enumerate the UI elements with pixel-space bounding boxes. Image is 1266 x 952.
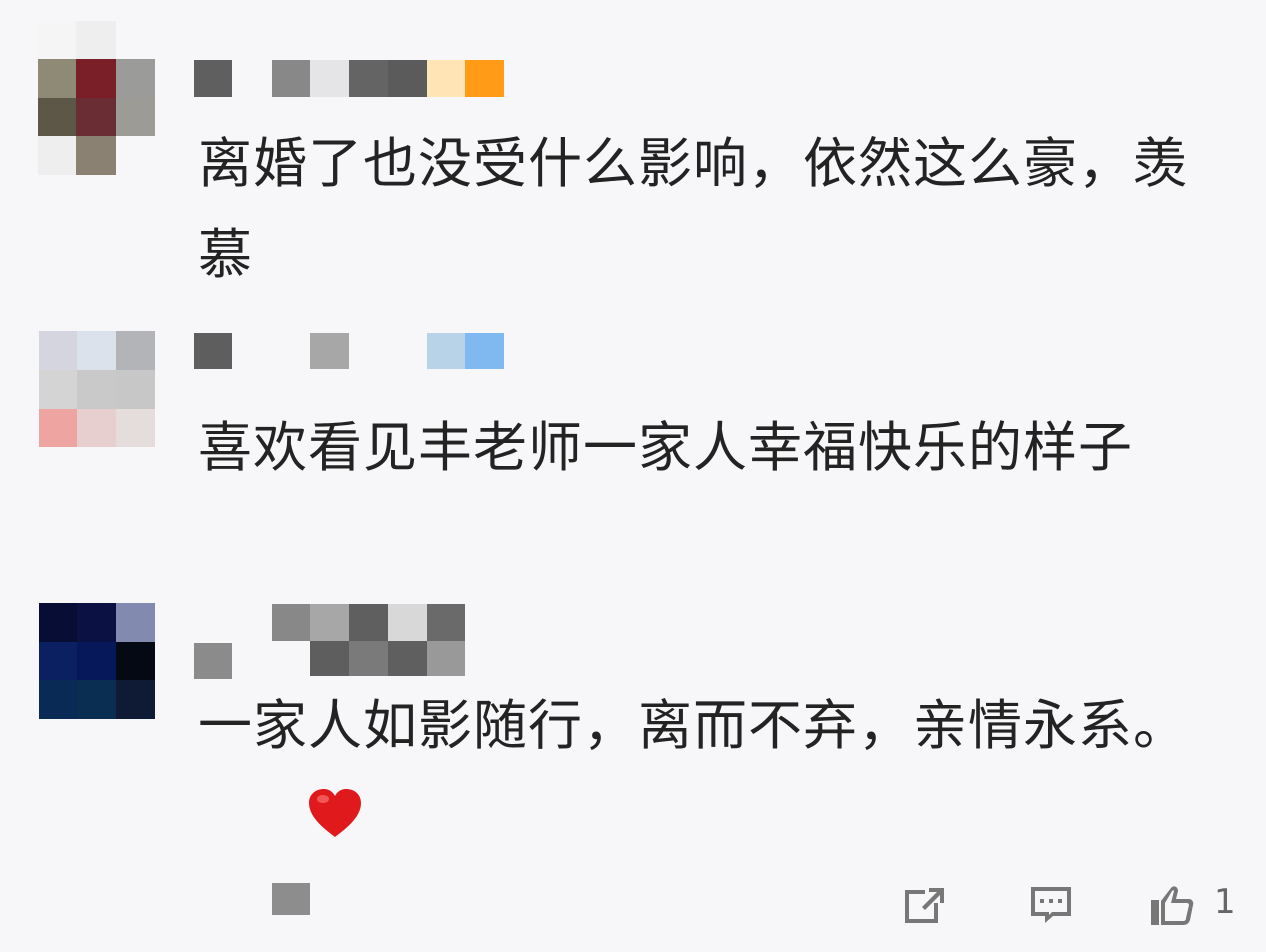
avatar-pixel: [38, 98, 76, 136]
heart-icon: [309, 789, 361, 837]
comment-dots: [1049, 899, 1053, 903]
avatar-pixel: [39, 409, 77, 447]
username-pixel: [349, 641, 388, 676]
share-icon[interactable]: [900, 880, 948, 928]
username-pixel: [310, 604, 349, 641]
avatar-pixel: [39, 680, 77, 719]
avatar-pixel: [38, 136, 76, 175]
username-pixel: [465, 333, 504, 369]
avatar-pixel: [116, 59, 155, 98]
avatar-pixel: [76, 98, 116, 136]
avatar-pixel: [38, 59, 76, 98]
username-pixel: [388, 60, 427, 97]
thumbs-up-icon[interactable]: [1147, 880, 1195, 928]
username-pixel: [310, 641, 349, 676]
avatar-pixel: [77, 642, 116, 680]
avatar-pixel: [39, 642, 77, 680]
comment-text: 离婚了也没受什么影响，依然这么豪，羡慕: [198, 132, 1188, 286]
comment-thread: 离婚了也没受什么影响，依然这么豪，羡慕 喜欢看见丰老师一家人幸福快乐的样子 一家…: [0, 0, 1266, 952]
avatar-pixel: [116, 680, 155, 719]
comment-text: 喜欢看见丰老师一家人幸福快乐的样子: [198, 416, 1133, 479]
avatar-pixel: [116, 370, 155, 409]
avatar-pixel: [77, 409, 116, 447]
username-pixel: [427, 333, 465, 369]
username-pixel: [388, 604, 427, 641]
like-count: 1: [1214, 882, 1236, 922]
comment-dots: [1040, 899, 1044, 903]
comment-bubble: [1031, 887, 1071, 923]
comment-dots: [1058, 899, 1062, 903]
avatar-pixel: [77, 603, 116, 642]
share-arrow: [922, 888, 944, 910]
username-pixel: [465, 60, 504, 97]
username-pixel: [194, 60, 232, 97]
username-pixel: [349, 60, 388, 97]
comment-text: 一家人如影随行，离而不弃，亲情永系。: [198, 694, 1188, 757]
username-pixel: [194, 333, 232, 369]
bottom-username-block[interactable]: [272, 883, 310, 915]
avatar-pixel: [116, 98, 155, 136]
avatar-pixel: [38, 21, 76, 59]
username-pixel: [272, 604, 310, 641]
avatar-pixel: [39, 331, 77, 370]
avatar-pixel: [116, 603, 155, 642]
username-pixel: [427, 641, 465, 676]
username-pixel: [272, 60, 310, 97]
username-pixel: [427, 604, 465, 641]
heart-shape: [309, 789, 361, 837]
share-box: [905, 890, 938, 923]
username-pixel: [349, 604, 388, 641]
username-pixel: [427, 60, 465, 97]
username-pixel: [310, 333, 349, 369]
username-pixel: [194, 643, 232, 679]
avatar-pixel: [77, 331, 116, 370]
avatar-pixel: [77, 370, 116, 409]
avatar-pixel: [77, 680, 116, 719]
avatar-pixel: [116, 409, 155, 447]
avatar-pixel: [39, 370, 77, 409]
avatar-pixel: [76, 21, 116, 59]
avatar-pixel: [39, 603, 77, 642]
avatar-pixel: [116, 642, 155, 680]
comment-icon[interactable]: [1027, 880, 1075, 928]
username-pixel: [310, 60, 349, 97]
avatar-pixel: [116, 331, 155, 370]
heart-highlight: [317, 795, 329, 803]
avatar-pixel: [76, 59, 116, 98]
thumb-outline: [1151, 886, 1194, 925]
avatar-pixel: [76, 136, 116, 175]
username-pixel: [388, 641, 427, 676]
